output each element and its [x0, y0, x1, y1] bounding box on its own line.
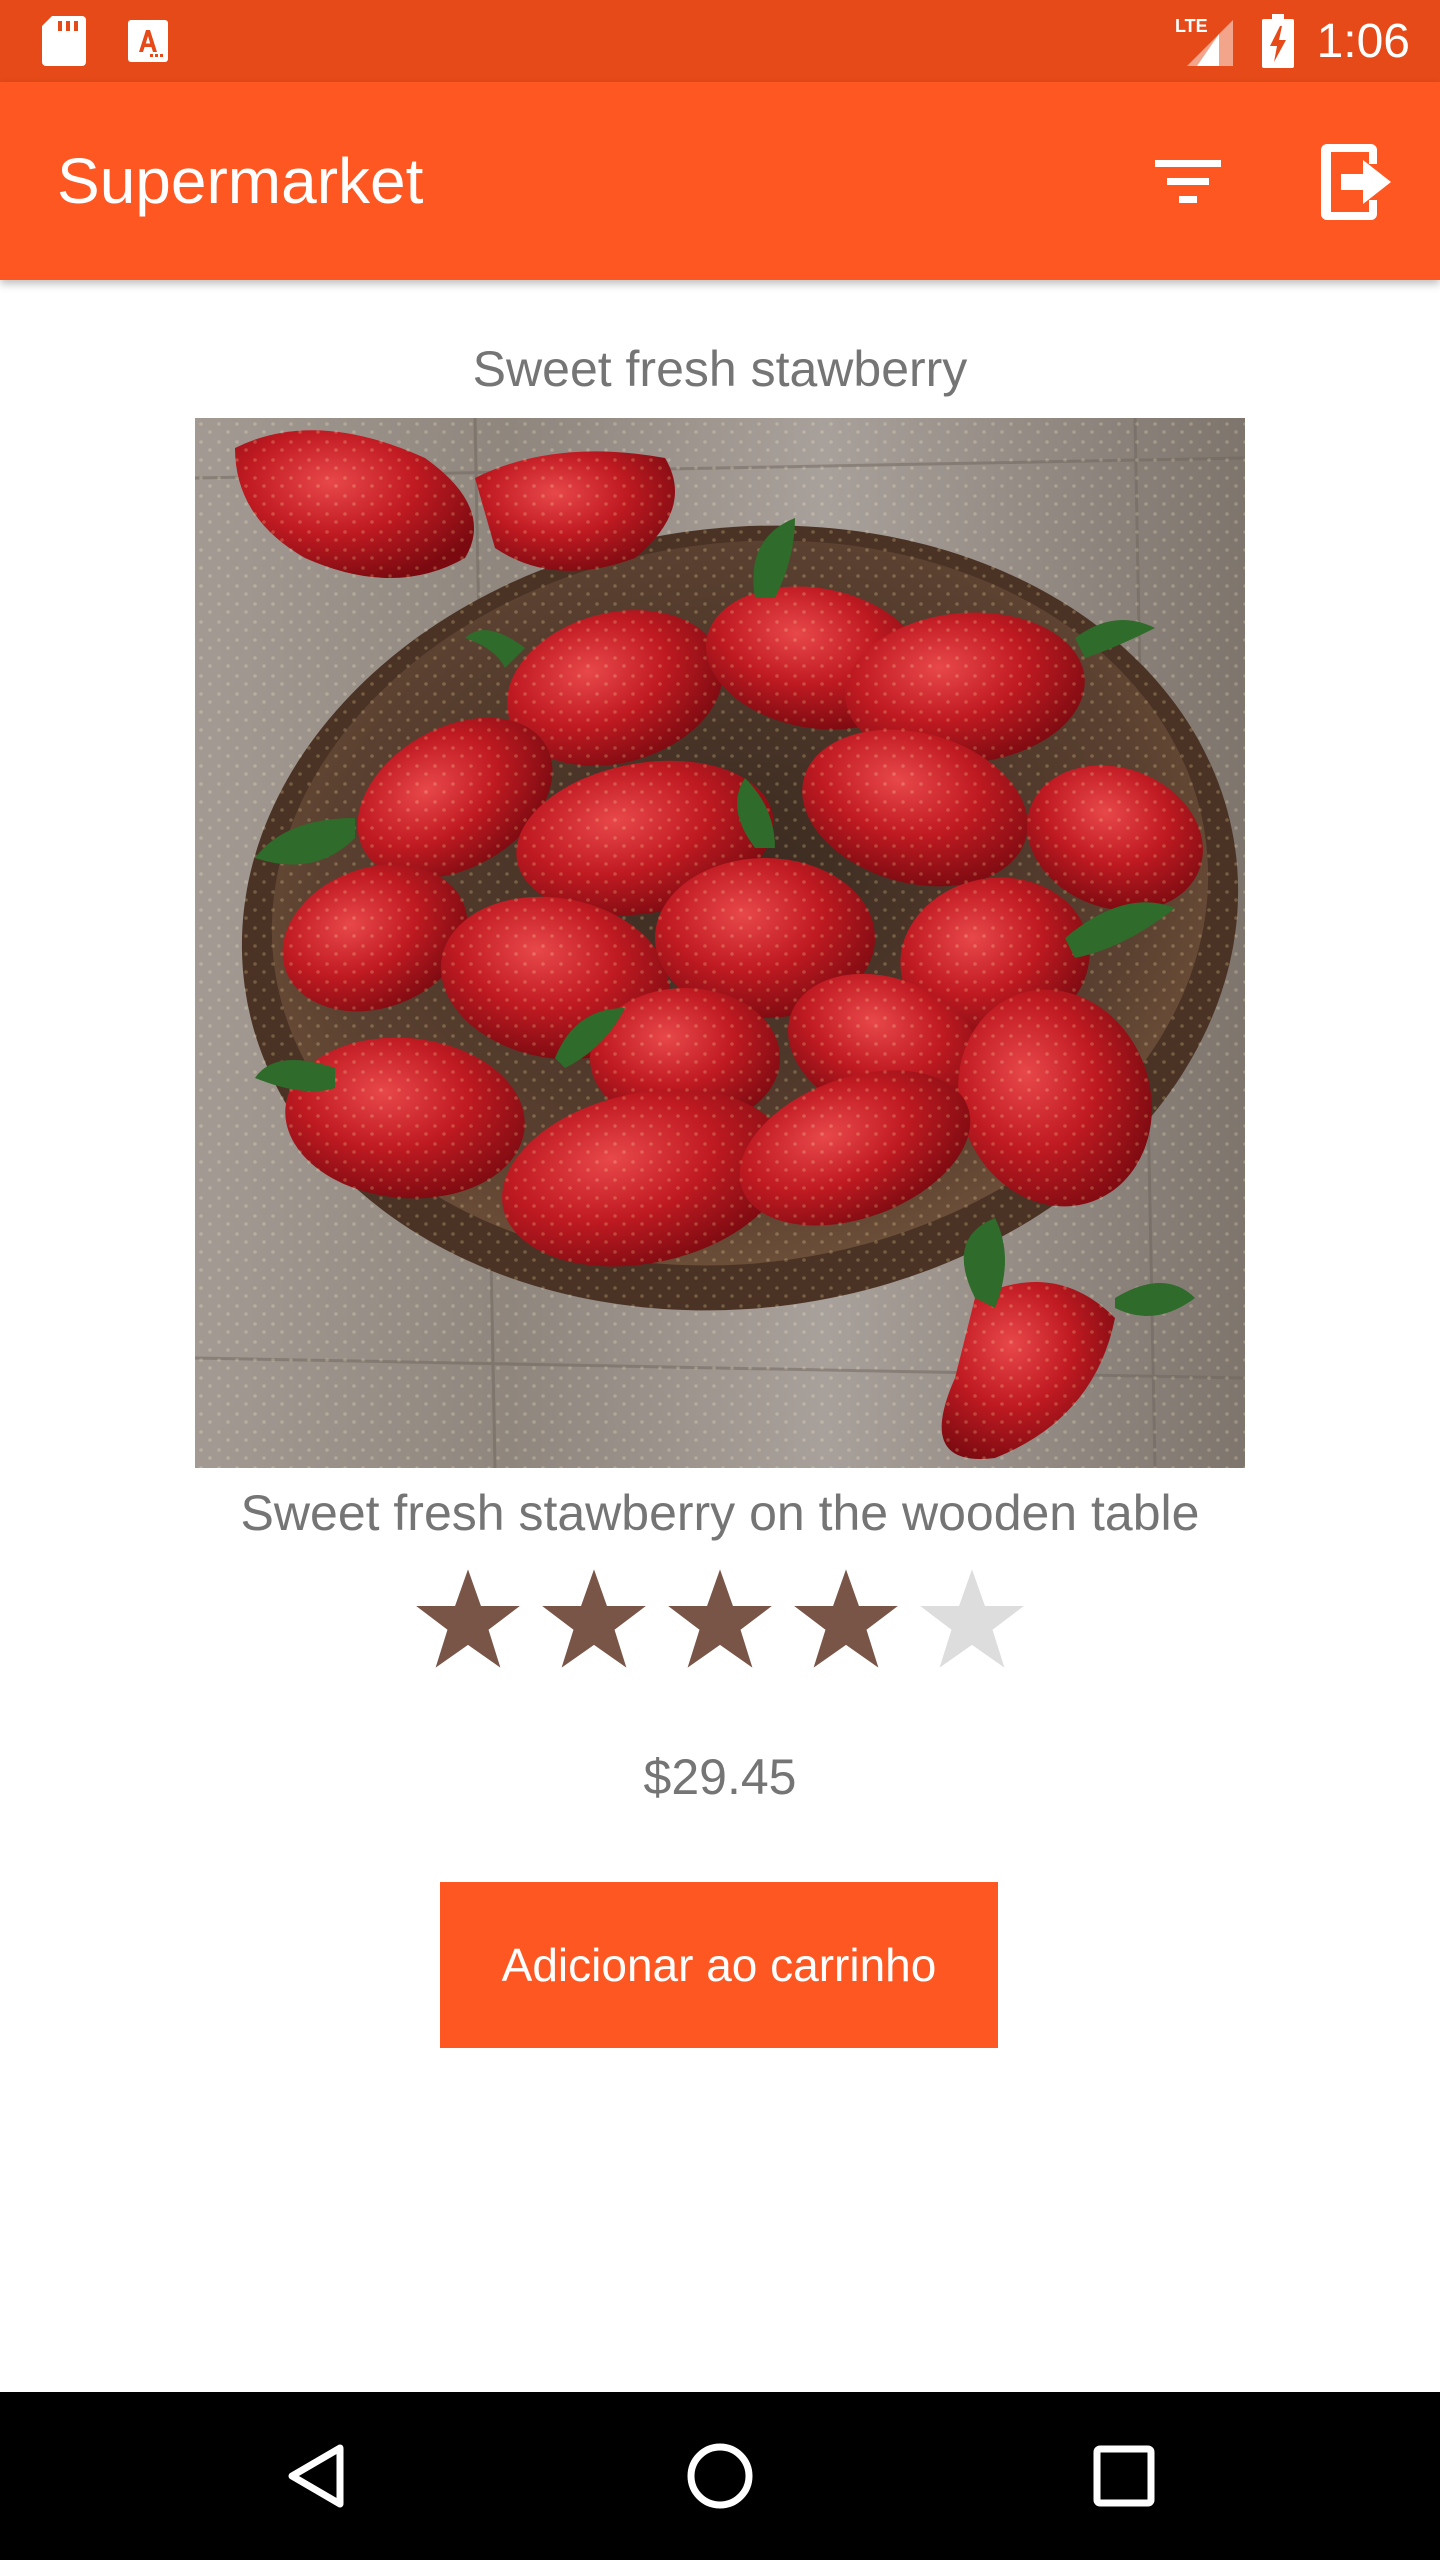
star-filled-icon[interactable] [540, 1565, 648, 1673]
font-app-icon [128, 20, 168, 62]
status-time: 1:06 [1316, 14, 1410, 68]
product-price: $29.45 [643, 1749, 797, 1805]
recents-button[interactable] [1074, 2426, 1174, 2526]
recents-icon [1093, 2445, 1155, 2507]
lte-signal-icon: LTE [1175, 16, 1233, 66]
app-bar: Supermarket [0, 82, 1440, 280]
status-left-icons [42, 16, 170, 66]
sd-card-icon [42, 16, 86, 66]
home-icon [687, 2443, 753, 2509]
strawberry-photo [195, 418, 1245, 1468]
star-filled-icon[interactable] [414, 1565, 522, 1673]
back-button[interactable] [266, 2426, 366, 2526]
logout-icon [1321, 144, 1391, 220]
product-description: Sweet fresh stawberry on the wooden tabl… [240, 1485, 1200, 1541]
status-right-icons: LTE 1:06 [1175, 10, 1410, 72]
battery-charging-icon [1261, 14, 1294, 68]
app-title: Supermarket [57, 145, 424, 217]
home-button[interactable] [670, 2426, 770, 2526]
filter-button[interactable] [1138, 132, 1238, 232]
star-empty-icon[interactable] [918, 1565, 1026, 1673]
logout-button[interactable] [1306, 132, 1406, 232]
product-image [195, 418, 1245, 1468]
navigation-bar [0, 2392, 1440, 2560]
add-to-cart-button[interactable]: Adicionar ao carrinho [440, 1882, 998, 2048]
svg-text:LTE: LTE [1175, 16, 1208, 36]
star-filled-icon[interactable] [792, 1565, 900, 1673]
product-name: Sweet fresh stawberry [472, 341, 968, 397]
rating-bar[interactable] [0, 1565, 1440, 1673]
status-bar: LTE 1:06 [0, 0, 1440, 82]
star-filled-icon[interactable] [666, 1565, 774, 1673]
back-icon [288, 2444, 344, 2508]
filter-icon [1155, 160, 1221, 203]
